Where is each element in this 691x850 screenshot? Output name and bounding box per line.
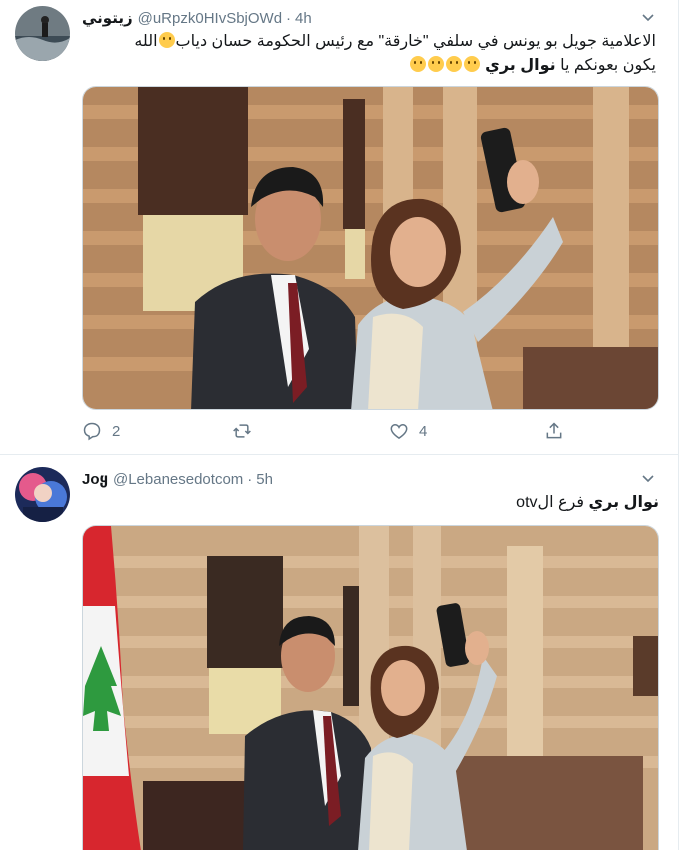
separator: ·: [286, 9, 292, 27]
avatar[interactable]: [15, 6, 70, 61]
tweet-text: الاعلامية جويل بو يونس في سلفي "خارقة" م…: [82, 30, 656, 78]
tweet-actions: 2 4: [82, 421, 572, 447]
like-icon: [390, 423, 408, 439]
user-handle[interactable]: @uRpzk0HIvSbjOWd: [138, 10, 282, 27]
tweet-text-line2: يكون بعونكم يا: [560, 57, 656, 74]
avatar[interactable]: [15, 467, 70, 522]
confused-face-icon: [158, 32, 175, 48]
like-button[interactable]: 4: [389, 421, 427, 441]
display-name[interactable]: زيتوني: [82, 9, 133, 27]
chevron-down-icon[interactable]: [640, 470, 656, 486]
timestamp[interactable]: 5h: [256, 471, 273, 488]
share-button[interactable]: [544, 421, 564, 441]
tweet-text-line1: الاعلامية جويل بو يونس في سلفي "خارقة" م…: [175, 33, 656, 50]
share-icon: [546, 422, 562, 439]
reply-count: 2: [112, 422, 121, 440]
crying-face-icon: [427, 56, 444, 72]
retweet-button[interactable]: [232, 421, 262, 441]
reply-button[interactable]: 2: [82, 421, 120, 441]
like-count: 4: [419, 422, 428, 440]
tweet-text-line1-end: الله: [134, 33, 158, 50]
tweet-photo[interactable]: [82, 86, 659, 410]
hashtag-bold: نوال بري: [485, 57, 556, 74]
reply-icon: [83, 422, 101, 441]
crying-face-icon: [463, 56, 480, 72]
tweet[interactable]: زيتوني @uRpzk0HIvSbjOWd · 4h الاعلامية ج…: [0, 0, 679, 455]
tweet-text-rest: فرع الotv: [516, 494, 585, 511]
crying-face-icon: [445, 56, 462, 72]
retweet-icon: [233, 424, 251, 438]
chevron-down-icon[interactable]: [640, 9, 656, 25]
hashtag-bold: نوال بري: [588, 494, 659, 511]
separator: ·: [247, 470, 253, 488]
tweet-header: Joყ @Lebanesedotcom · 5h: [82, 468, 656, 490]
display-name[interactable]: Joყ: [82, 470, 108, 488]
tweet-photo[interactable]: [82, 525, 659, 850]
user-handle[interactable]: @Lebanesedotcom: [113, 471, 243, 488]
timestamp[interactable]: 4h: [295, 10, 312, 27]
tweet-text: نوال بري فرع الotv: [82, 491, 659, 515]
tweet-header: زيتوني @uRpzk0HIvSbjOWd · 4h: [82, 7, 656, 29]
crying-face-icon: [409, 56, 426, 72]
